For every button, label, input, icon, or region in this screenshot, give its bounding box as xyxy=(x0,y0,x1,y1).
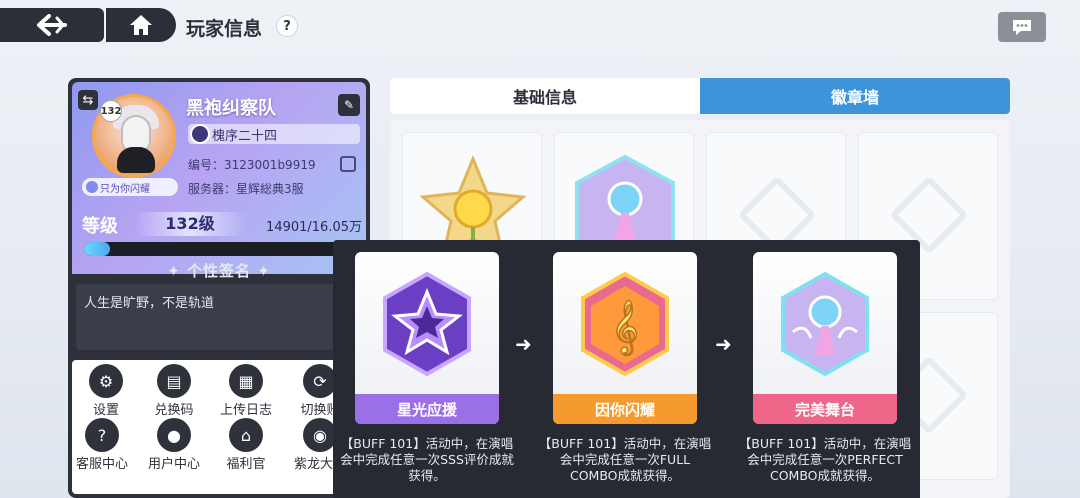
welfare-label: 福利官 xyxy=(226,457,266,472)
signature-box[interactable]: 人生是旷野，不是轨道 xyxy=(76,284,362,350)
page-title: 玩家信息 xyxy=(186,18,263,40)
signature-title: ✦ 个性签名 ✦ xyxy=(167,262,271,280)
upload-log-label: 上传日志 xyxy=(219,403,272,418)
user-center-button[interactable]: ● 用户中心 xyxy=(140,418,208,472)
arrow-right-icon: ➜ xyxy=(715,332,732,356)
guild-name: 槐序二十四 xyxy=(212,128,278,144)
top-bar: 玩家信息 ? xyxy=(0,0,1080,44)
welfare-button[interactable]: ⌂ 福利官 xyxy=(212,418,280,472)
badge-name-1: 星光应援 xyxy=(355,394,499,424)
svg-text:𝄞: 𝄞 xyxy=(611,299,638,355)
player-card: ⇆ 132 只为你闪耀 黑袍纠察队 ✎ 槐序二十四 编号：3123001b991… xyxy=(68,78,370,498)
badge-card-3: 完美舞台 xyxy=(753,252,897,424)
upload-log-icon: ▦ xyxy=(229,364,263,398)
player-title-tag: 只为你闪耀 xyxy=(82,178,178,196)
badge-detail-popup: 星光应援 【BUFF 101】活动中，在演唱会中完成任意一次SSS评价成就获得。… xyxy=(333,240,920,498)
gift-code-icon: ▤ xyxy=(157,364,191,398)
support-center-label: 客服中心 xyxy=(75,457,128,472)
level-label: 等级 xyxy=(82,216,118,237)
support-icon: ? xyxy=(85,418,119,452)
badge-desc-1: 【BUFF 101】活动中，在演唱会中完成任意一次SSS评价成就获得。 xyxy=(340,436,514,483)
welfare-icon: ⌂ xyxy=(229,418,263,452)
edit-icon[interactable]: ✎ xyxy=(338,94,360,116)
star-badge-icon xyxy=(383,272,471,376)
action-grid: ⚙ 设置 ▤ 兑换码 ▦ 上传日志 ⟳ 切换账 ? 客服中心 ● 用户中心 ⌂ … xyxy=(72,360,366,494)
avatar-body xyxy=(117,147,155,173)
player-server: 服务器：星辉総典3服 xyxy=(188,182,304,196)
signature-title-text: 个性签名 xyxy=(186,262,251,280)
player-name: 黑袍纠察队 xyxy=(186,98,276,119)
back-arrow-icon xyxy=(37,14,67,36)
exp-text: 14901/16.05万 xyxy=(266,220,362,235)
settings-label: 设置 xyxy=(92,403,119,418)
badge-desc-2: 【BUFF 101】活动中，在演唱会中完成任意一次FULL COMBO成就获得。 xyxy=(538,436,712,483)
exp-bar-fill xyxy=(84,242,110,256)
upload-log-button[interactable]: ▦ 上传日志 xyxy=(212,364,280,418)
home-button[interactable] xyxy=(106,8,176,42)
tab-badge-wall[interactable]: 徽章墙 xyxy=(700,78,1010,114)
player-id: 编号：3123001b9919 xyxy=(188,158,316,172)
music-note-badge-icon: 𝄞 xyxy=(581,272,669,376)
guild-row[interactable]: 槐序二十四 xyxy=(188,124,360,144)
avatar-level-badge: 132 xyxy=(100,100,122,122)
copy-icon[interactable] xyxy=(340,156,356,172)
badge-card-2: 𝄞 因你闪耀 xyxy=(553,252,697,424)
arrow-right-icon: ➜ xyxy=(515,332,532,356)
back-button[interactable] xyxy=(0,8,104,42)
dragon-icon: ◉ xyxy=(303,418,337,452)
title-tag-label: 只为你闪耀 xyxy=(100,183,150,195)
user-icon: ● xyxy=(157,418,191,452)
level-value: 132级 xyxy=(134,212,246,236)
chat-bubble-icon xyxy=(1013,20,1031,35)
badge-desc-3: 【BUFF 101】活动中，在演唱会中完成任意一次PERFECT COMBO成就… xyxy=(738,436,912,483)
exp-bar xyxy=(84,242,360,256)
level-area: 等级 132级 14901/16.05万 xyxy=(76,206,370,266)
tab-bar: 基础信息 徽章墙 xyxy=(390,78,1010,114)
redeem-code-button[interactable]: ▤ 兑换码 xyxy=(140,364,208,418)
gear-icon: ⚙ xyxy=(89,364,123,398)
swap-avatar-icon[interactable]: ⇆ xyxy=(78,90,98,110)
badge-name-2: 因你闪耀 xyxy=(553,394,697,424)
chat-button[interactable] xyxy=(998,12,1046,42)
guild-icon xyxy=(190,124,210,144)
switch-account-icon: ⟳ xyxy=(303,364,337,398)
home-icon xyxy=(130,15,152,35)
badge-card-1: 星光应援 xyxy=(355,252,499,424)
title-tag-icon xyxy=(86,181,98,193)
microphone-badge-icon xyxy=(781,272,869,376)
user-center-label: 用户中心 xyxy=(147,457,200,472)
badge-name-3: 完美舞台 xyxy=(753,394,897,424)
help-icon[interactable]: ? xyxy=(276,15,298,37)
support-center-button[interactable]: ? 客服中心 xyxy=(68,418,136,472)
redeem-code-label: 兑换码 xyxy=(154,403,194,418)
settings-button[interactable]: ⚙ 设置 xyxy=(72,364,140,418)
tab-basic-info[interactable]: 基础信息 xyxy=(390,78,700,114)
player-card-header: ⇆ 132 只为你闪耀 黑袍纠察队 ✎ 槐序二十四 编号：3123001b991… xyxy=(72,82,366,274)
